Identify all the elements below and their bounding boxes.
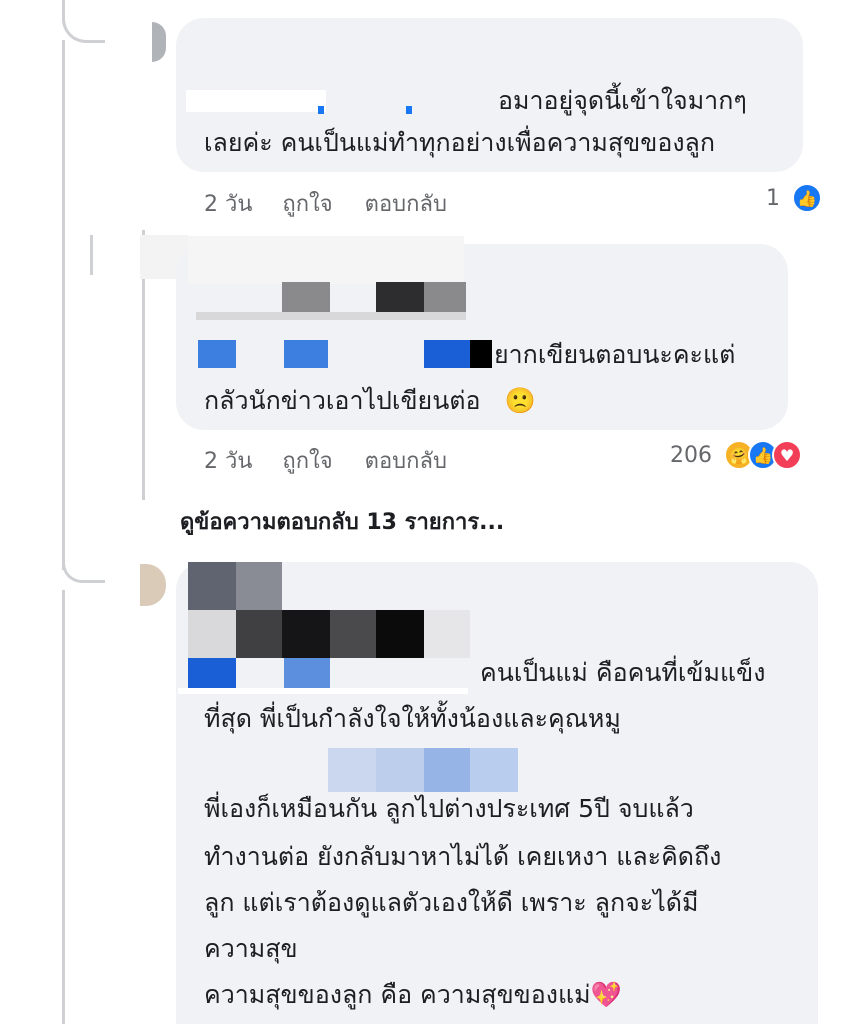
comment-text: กลัวนักข่าวเอาไปเขียนต่อ 🙁 [204, 378, 536, 424]
like-button[interactable]: ถูกใจ [282, 443, 332, 478]
redacted-name [406, 106, 412, 114]
redacted-name [284, 658, 330, 688]
redacted-name [188, 610, 236, 658]
reply-button[interactable]: ตอบกลับ [365, 443, 447, 478]
comment-actions: 2 วัน ถูกใจ ตอบกลับ [204, 443, 489, 478]
redacted-name [178, 688, 468, 694]
redacted-name [424, 282, 466, 312]
comment-text-line: กลัวนักข่าวเอาไปเขียนต่อ [204, 386, 481, 415]
redacted-name [284, 340, 328, 368]
redacted-name [376, 282, 424, 312]
redacted-name [188, 562, 236, 610]
view-replies-link[interactable]: ดูข้อความตอบกลับ 13 รายการ... [180, 504, 504, 539]
comment-text: ทำงานต่อ ยังกลับมาหาไม่ได้ เคยเหงา และคิ… [204, 842, 722, 871]
redacted-name [188, 658, 236, 688]
like-button[interactable]: ถูกใจ [282, 186, 332, 221]
thread-line [90, 235, 93, 275]
reaction-count: 1 [766, 185, 780, 211]
sparkling-heart-emoji: 💖 [590, 980, 622, 1009]
timestamp[interactable]: 2 วัน [204, 186, 252, 221]
comment-text: ยากเขียนตอบนะคะแต่ [494, 340, 736, 369]
redacted-name [236, 562, 282, 610]
thread-line [62, 560, 105, 583]
redacted-name [198, 340, 236, 368]
comment-text: ลูก แต่เราต้องดูแลตัวเองให้ดี เพราะ ลูกจ… [204, 888, 699, 917]
redacted-name [186, 90, 326, 112]
redacted-name [236, 610, 282, 658]
comment-text: เลยค่ะ คนเป็นแม่ทำทุกอย่างเพื่อความสุขขอ… [204, 128, 715, 157]
love-icon: ♥ [772, 440, 802, 470]
redacted-name [424, 340, 470, 368]
thread-line [62, 40, 65, 570]
comment-text: ที่สุด พี่เป็นกำลังใจให้ทั้งน้องและคุณหม… [204, 704, 621, 733]
reply-button[interactable]: ตอบกลับ [365, 186, 447, 221]
avatar[interactable] [152, 22, 166, 62]
reaction-summary[interactable]: 1 👍 [766, 183, 822, 213]
redacted-name [330, 610, 376, 658]
comment-text: ความสุขของลูก คือ ความสุขของแม่💖 [204, 972, 622, 1018]
like-icon: 👍 [792, 183, 822, 213]
redacted-name [318, 106, 324, 114]
redacted-name [196, 312, 466, 320]
reaction-summary[interactable]: 206 🤗 👍 ♥ [670, 440, 802, 470]
thread-line [62, 0, 105, 43]
redacted-name [376, 610, 424, 658]
redacted-name [188, 236, 464, 284]
redacted-name [282, 610, 330, 658]
redacted-name [282, 282, 330, 312]
timestamp[interactable]: 2 วัน [204, 443, 252, 478]
avatar[interactable] [140, 564, 166, 606]
reaction-count: 206 [670, 442, 712, 468]
comment-text: คนเป็นแม่ คือคนที่เข้มแข็ง [480, 658, 766, 687]
redacted-name [470, 340, 492, 368]
redacted-name [424, 610, 470, 658]
thread-line [62, 590, 65, 1024]
comment-actions: 2 วัน ถูกใจ ตอบกลับ [204, 186, 489, 221]
comment-text: ความสุข [204, 934, 298, 963]
comment-text: พี่เองก็เหมือนกัน ลูกไปต่างประเทศ 5ปี จบ… [204, 794, 694, 823]
comment-text-line: ความสุขของลูก คือ ความสุขของแม่ [204, 980, 591, 1009]
comment-text: อมาอยู่จุดนี้เข้าใจมากๆ [498, 86, 747, 115]
frown-emoji: 🙁 [504, 386, 536, 415]
